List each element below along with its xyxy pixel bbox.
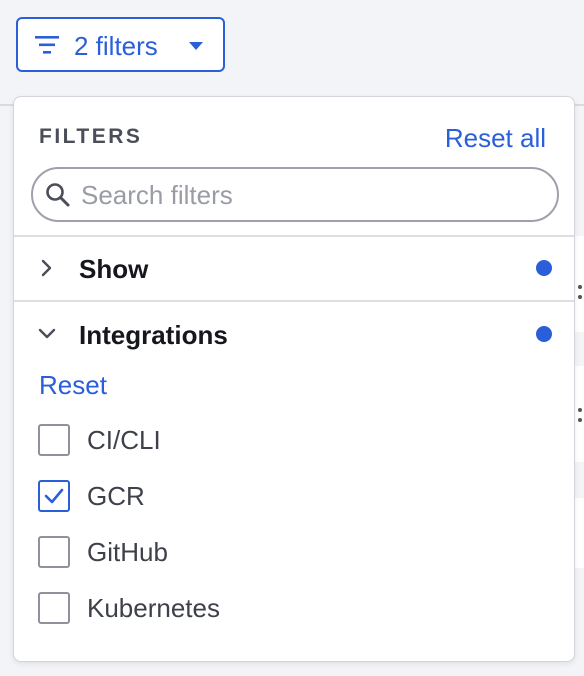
checkbox-gcr[interactable] [38,480,70,512]
background-row-dot [578,418,582,422]
search-icon [46,183,70,207]
option-ci-cli[interactable]: CI/CLI [38,420,558,460]
section-integrations-label: Integrations [79,320,228,350]
section-show-label: Show [79,254,149,284]
background-row-dot [578,285,582,289]
filters-dropdown-button[interactable]: 2 filters [16,17,225,72]
integrations-reset-link[interactable]: Reset [39,370,107,400]
section-show-header[interactable]: Show [14,238,574,298]
chevron-right-icon [41,259,52,277]
checkbox-ci-cli[interactable] [38,424,70,456]
option-github[interactable]: GitHub [38,532,558,572]
filters-panel: FILTERS Reset all Show Integrations [13,96,575,662]
option-label: GCR [87,481,145,511]
checkmark-icon [44,488,64,504]
checkbox-github[interactable] [38,536,70,568]
filter-lines-icon [35,36,59,54]
section-integrations-header[interactable]: Integrations [14,304,574,364]
active-filter-dot [536,260,552,276]
option-label: Kubernetes [87,593,220,623]
reset-all-link[interactable]: Reset all [445,123,546,153]
panel-title: FILTERS [39,125,143,148]
search-filters-field[interactable] [31,167,559,222]
option-kubernetes[interactable]: Kubernetes [38,588,558,628]
page: 2 filters FILTERS Reset all Show [0,0,584,676]
option-label: CI/CLI [87,425,161,455]
section-divider [14,300,574,302]
chevron-down-icon [38,328,56,339]
option-label: GitHub [87,537,168,567]
background-row-dot [578,408,582,412]
search-filters-input[interactable] [81,175,541,215]
filters-button-label: 2 filters [74,31,158,61]
section-divider [14,235,574,237]
checkbox-kubernetes[interactable] [38,592,70,624]
active-filter-dot [536,326,552,342]
option-gcr[interactable]: GCR [38,476,558,516]
caret-down-icon [189,42,203,50]
background-row-dot [578,295,582,299]
